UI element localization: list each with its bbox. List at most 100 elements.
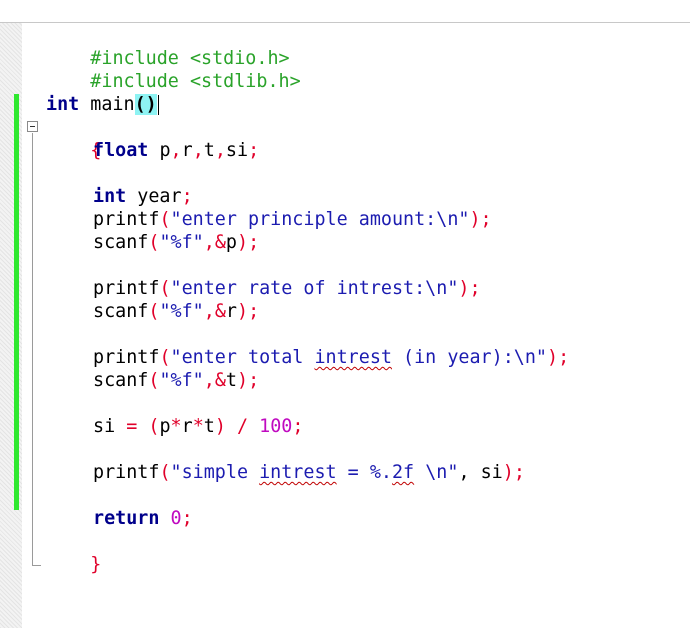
operator: & (214, 370, 226, 391)
operator: ( (159, 278, 171, 299)
operator: ) (236, 301, 249, 322)
operator: ( (148, 301, 160, 322)
string-literal: \n" (414, 462, 459, 483)
operator: ; (181, 508, 193, 529)
code-line-4[interactable]: { (46, 116, 101, 161)
identifier: r (181, 416, 193, 437)
operator: ) (469, 209, 481, 230)
function-name: printf (93, 347, 160, 368)
operator: ( (148, 232, 160, 253)
identifier: , si (458, 462, 503, 483)
string-literal: (in year):\n" (391, 347, 547, 368)
string-literal: "enter principle amount:\n" (170, 209, 470, 230)
keyword: float (93, 140, 149, 161)
operator: ; (248, 232, 260, 253)
operator: / (225, 416, 260, 437)
keyword: int (93, 186, 127, 207)
close-brace: } (90, 554, 102, 575)
code-line-16[interactable]: } (46, 530, 101, 575)
operator: ; (480, 209, 492, 230)
operator: ; (181, 186, 193, 207)
operator: ( (159, 209, 171, 230)
operator: ) (546, 347, 559, 368)
operator: ; (248, 370, 260, 391)
number-literal: 100 (259, 416, 293, 437)
spellcheck-word: intrest (314, 347, 392, 368)
function-name: scanf (93, 370, 149, 391)
code-line-9[interactable]: printf("enter rate of intrest:\n"); (93, 277, 481, 300)
function-name: printf (93, 278, 160, 299)
matched-paren: ( (134, 94, 146, 115)
code-line-11[interactable]: printf("enter total intrest (in year):\n… (93, 346, 569, 369)
identifier: r (225, 301, 237, 322)
operator: , (203, 370, 215, 391)
string-literal: "simple (170, 462, 260, 483)
code-line-10[interactable]: scanf("%f",&r); (93, 300, 259, 323)
operator: ( (148, 416, 160, 437)
text-caret (157, 95, 159, 115)
identifier: t (203, 140, 215, 161)
identifier: p (225, 232, 237, 253)
spellcheck-word: 2f (391, 462, 415, 483)
keyword: int (46, 94, 80, 115)
identifier: r (181, 140, 193, 161)
code-line-7[interactable]: printf("enter principle amount:\n"); (93, 208, 492, 231)
string-literal: "%f" (159, 301, 204, 322)
operator: ) (458, 278, 470, 299)
preprocessor-directive: #include <stdlib.h> (90, 71, 301, 92)
editor-top-border (0, 22, 690, 23)
operator: ; (248, 301, 260, 322)
function-name: printf (93, 462, 160, 483)
operator: * (192, 416, 204, 437)
code-line-8[interactable]: scanf("%f",&p); (93, 231, 259, 254)
identifier: p (159, 416, 171, 437)
identifier: p (148, 140, 171, 161)
operator: , (192, 140, 204, 161)
spellcheck-word: intrest (259, 462, 337, 483)
operator: ( (159, 462, 171, 483)
code-line-13[interactable]: si = (p*r*t) / 100; (93, 415, 303, 438)
matched-paren: ) (145, 94, 157, 115)
operator: & (214, 232, 226, 253)
function-name: scanf (93, 232, 149, 253)
operator: ) (214, 416, 226, 437)
operator: = (115, 416, 149, 437)
fold-guide-end (32, 565, 41, 566)
code-line-5[interactable]: float p,r,t,si; (93, 139, 259, 162)
operator: ; (513, 462, 525, 483)
code-line-14[interactable]: printf("simple intrest = %.2f \n", si); (93, 461, 525, 484)
change-marker-bar (14, 117, 19, 510)
operator: ( (148, 370, 160, 391)
identifier: year (126, 186, 182, 207)
operator: ) (502, 462, 514, 483)
identifier: si (93, 416, 116, 437)
identifier: si (225, 140, 249, 161)
code-line-3[interactable]: int main() (46, 93, 159, 116)
string-literal: "%f" (159, 370, 204, 391)
operator: , (203, 301, 215, 322)
operator: ( (159, 347, 171, 368)
code-line-6[interactable]: int year; (93, 185, 193, 208)
operator: * (170, 416, 182, 437)
change-marker-bar (14, 94, 19, 117)
identifier: t (225, 370, 237, 391)
fold-guide-line (32, 133, 33, 566)
code-line-15[interactable]: return 0; (93, 507, 193, 530)
code-line-1[interactable]: #include <stdio.h> (46, 24, 289, 69)
code-line-12[interactable]: scanf("%f",&t); (93, 369, 259, 392)
operator: , (203, 232, 215, 253)
string-literal: "enter rate of intrest:\n" (170, 278, 459, 299)
operator: ) (236, 232, 249, 253)
keyword: return (93, 508, 160, 529)
function-name: scanf (93, 301, 149, 322)
number-literal: 0 (170, 508, 182, 529)
operator: , (214, 140, 226, 161)
function-name: printf (93, 209, 160, 230)
operator: ; (558, 347, 570, 368)
string-literal: = %. (336, 462, 392, 483)
code-line-2[interactable]: #include <stdlib.h> (46, 47, 300, 92)
fold-minus-icon[interactable] (27, 121, 38, 132)
operator: & (214, 301, 226, 322)
identifier: main (79, 94, 135, 115)
